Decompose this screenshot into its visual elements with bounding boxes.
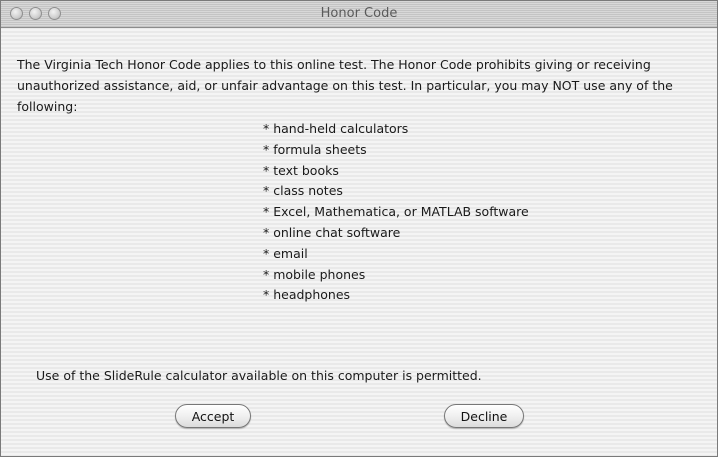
title-bar: Honor Code xyxy=(1,1,717,28)
prohibited-item: * formula sheets xyxy=(263,141,367,157)
prohibited-items-list: * hand-held calculators * formula sheets… xyxy=(263,119,529,306)
calculator-permitted-text: Use of the SlideRule calculator availabl… xyxy=(36,368,482,383)
prohibited-item: * mobile phones xyxy=(263,266,366,282)
prohibited-item: * email xyxy=(263,245,308,261)
prohibited-item: * hand-held calculators xyxy=(263,121,409,136)
honor-code-intro-text: The Virginia Tech Honor Code applies to … xyxy=(17,57,673,114)
window-title: Honor Code xyxy=(320,6,398,21)
prohibited-item: * class notes xyxy=(263,183,343,199)
prohibited-item: * Excel, Mathematica, or MATLAB software xyxy=(263,204,529,220)
honor-code-dialog: Honor Code The Virginia Tech Honor Code … xyxy=(0,0,718,457)
decline-button[interactable]: Decline xyxy=(444,404,524,428)
prohibited-item: * text books xyxy=(263,162,339,178)
prohibited-item: * online chat software xyxy=(263,224,401,240)
accept-button[interactable]: Accept xyxy=(175,404,251,428)
prohibited-item: * headphones xyxy=(263,287,351,303)
